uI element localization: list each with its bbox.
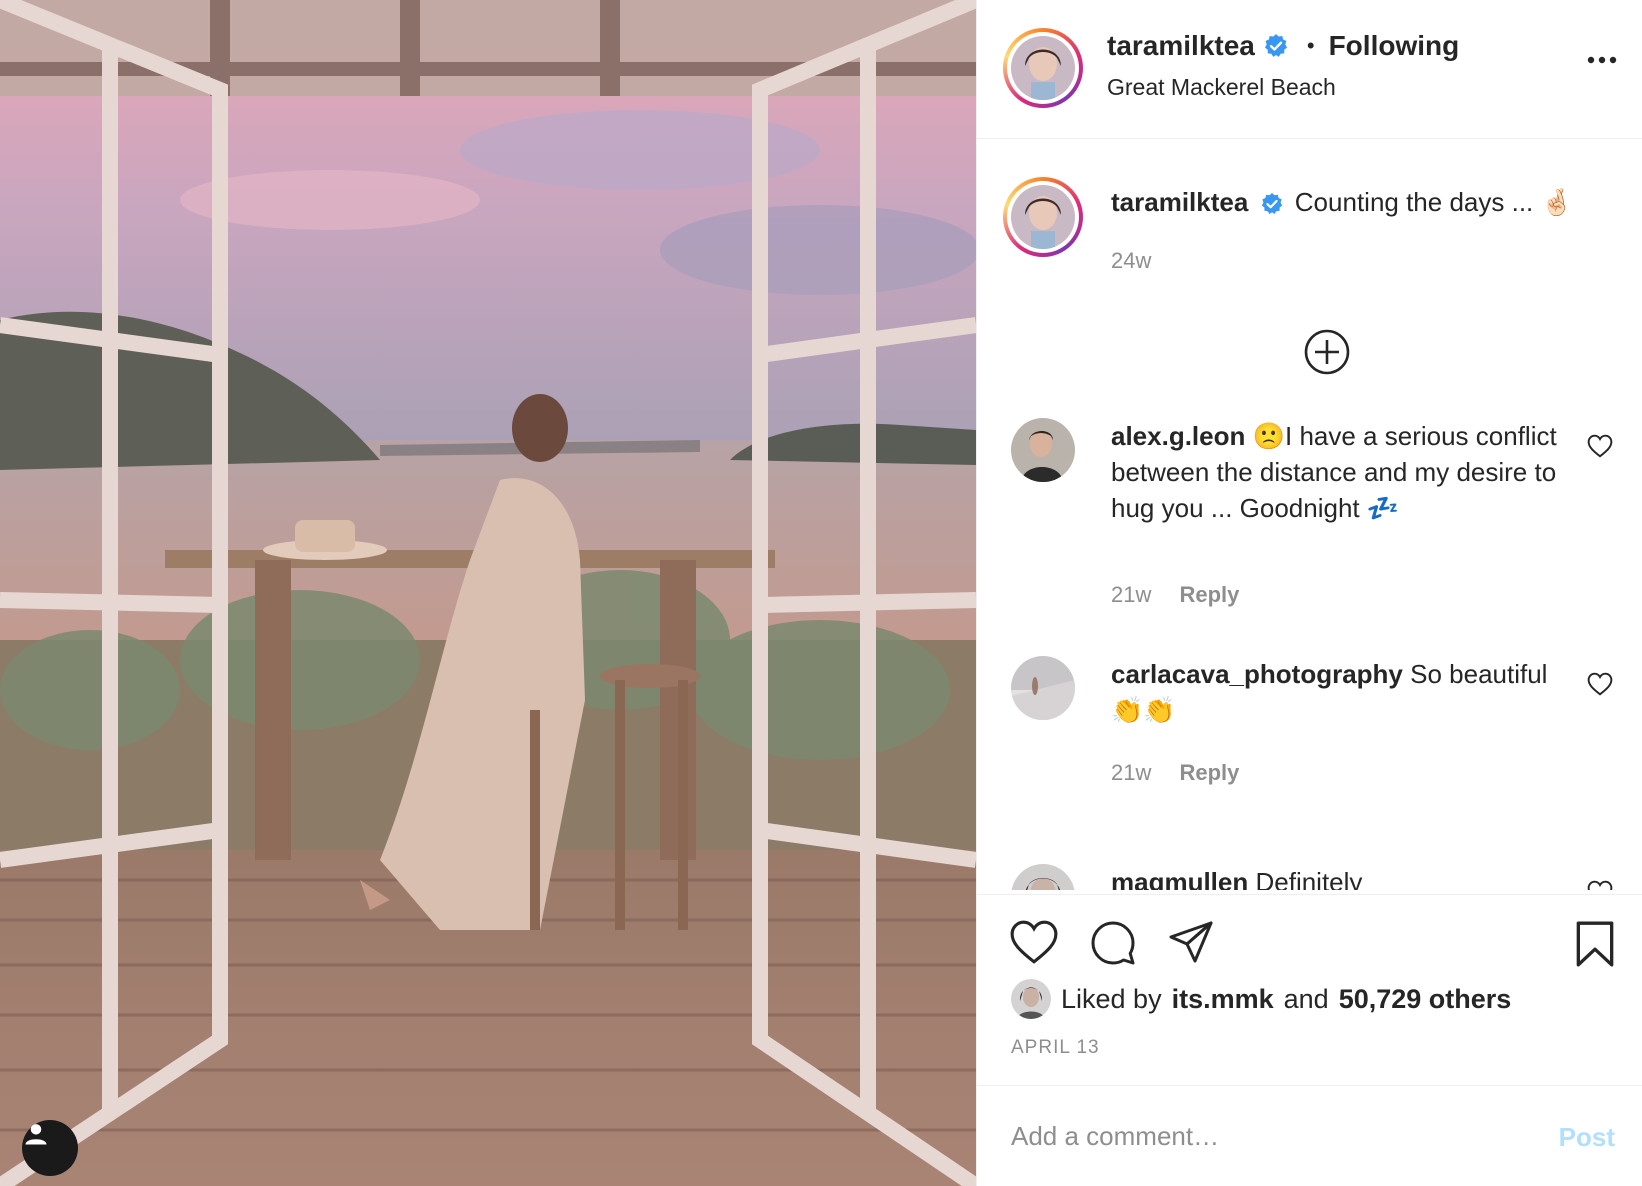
heart-icon bbox=[1587, 434, 1613, 458]
heart-icon bbox=[1587, 880, 1613, 890]
post-caption: taramilktea Counting the days ... 🤞🏻 bbox=[1111, 186, 1573, 218]
author-username[interactable]: taramilktea bbox=[1107, 30, 1255, 62]
caption-text: Counting the days ... 🤞🏻 bbox=[1294, 187, 1573, 217]
caption-author-avatar[interactable] bbox=[1003, 177, 1083, 257]
user-tag-icon bbox=[25, 1124, 47, 1145]
reply-button[interactable]: Reply bbox=[1179, 582, 1239, 607]
commenter-avatar-image bbox=[1011, 864, 1075, 890]
following-button[interactable]: Following bbox=[1329, 30, 1460, 62]
add-comment-bar: Post bbox=[977, 1085, 1642, 1186]
comment-text-block: carlacava_photography So beautiful 👏👏 bbox=[1111, 656, 1581, 728]
comment-like-button[interactable] bbox=[1587, 672, 1613, 701]
verified-badge-icon bbox=[1261, 193, 1282, 215]
heart-icon bbox=[1010, 920, 1058, 964]
heart-icon bbox=[1587, 672, 1613, 696]
caption-username[interactable]: taramilktea bbox=[1111, 187, 1248, 217]
plus-circle-icon bbox=[1304, 329, 1350, 375]
reply-button[interactable]: Reply bbox=[1179, 760, 1239, 785]
comment-text-block: magmullen Definitely bbox=[1111, 864, 1581, 890]
caption-avatar-image bbox=[1011, 185, 1075, 249]
separator-dot: • bbox=[1306, 33, 1315, 58]
comment-input[interactable] bbox=[1011, 1116, 1511, 1156]
share-button[interactable] bbox=[1167, 919, 1215, 970]
commenter-username[interactable]: magmullen bbox=[1111, 867, 1248, 890]
post-sidebar: taramilktea • Following Great Mackerel B… bbox=[976, 0, 1642, 1186]
like-button[interactable] bbox=[1009, 919, 1059, 970]
verified-badge-icon bbox=[1264, 34, 1287, 57]
author-avatar-image bbox=[1011, 36, 1075, 100]
commenter-username[interactable]: alex.g.leon bbox=[1111, 421, 1245, 451]
comment-like-button[interactable] bbox=[1587, 434, 1613, 463]
liker-avatar[interactable] bbox=[1011, 979, 1051, 1019]
post-header: taramilktea • Following Great Mackerel B… bbox=[977, 0, 1642, 139]
post-actions: Liked by its.mmk and 50,729 others APRIL… bbox=[977, 894, 1642, 1084]
comment-meta: 21w Reply bbox=[1111, 760, 1239, 786]
commenter-avatar[interactable] bbox=[1011, 656, 1075, 720]
comment-like-button[interactable] bbox=[1587, 880, 1613, 890]
likes-summary: Liked by its.mmk and 50,729 others bbox=[1011, 979, 1511, 1019]
comment-text-block: alex.g.leon 🙁I have a serious conflict b… bbox=[1111, 418, 1581, 526]
commenter-avatar-image bbox=[1011, 418, 1075, 482]
post-date[interactable]: APRIL 13 bbox=[1011, 1037, 1100, 1059]
liker-username[interactable]: its.mmk bbox=[1172, 984, 1274, 1015]
more-icon bbox=[1587, 56, 1617, 64]
liker-avatar-image bbox=[1011, 979, 1051, 1019]
commenter-avatar-image bbox=[1011, 656, 1075, 720]
bookmark-icon bbox=[1576, 921, 1614, 967]
comments-list[interactable]: taramilktea Counting the days ... 🤞🏻 24w bbox=[977, 140, 1642, 890]
user-tag-button[interactable] bbox=[22, 1120, 78, 1176]
author-avatar[interactable] bbox=[1003, 28, 1083, 108]
comment-button[interactable] bbox=[1089, 919, 1137, 972]
likes-prefix: Liked by bbox=[1061, 983, 1162, 1014]
post-location[interactable]: Great Mackerel Beach bbox=[1107, 74, 1336, 101]
more-options-button[interactable] bbox=[1587, 52, 1617, 70]
share-icon bbox=[1169, 921, 1213, 963]
likes-conjunction: and bbox=[1283, 983, 1329, 1014]
save-button[interactable] bbox=[1573, 919, 1617, 974]
comment-timestamp[interactable]: 21w bbox=[1111, 760, 1151, 785]
comment-icon bbox=[1091, 921, 1135, 965]
commenter-username[interactable]: carlacava_photography bbox=[1111, 659, 1403, 689]
caption-timestamp[interactable]: 24w bbox=[1111, 248, 1151, 274]
post-photo[interactable] bbox=[0, 0, 976, 1186]
comment-meta: 21w Reply bbox=[1111, 582, 1239, 608]
commenter-avatar[interactable] bbox=[1011, 418, 1075, 482]
likes-count-link[interactable]: 50,729 others bbox=[1339, 984, 1512, 1015]
commenter-avatar[interactable] bbox=[1011, 864, 1075, 890]
comment-timestamp[interactable]: 21w bbox=[1111, 582, 1151, 607]
comment-text: Definitely bbox=[1255, 867, 1363, 890]
photo-illustration bbox=[0, 0, 976, 1186]
load-more-comments-button[interactable] bbox=[1303, 328, 1351, 381]
post-comment-button[interactable]: Post bbox=[1559, 1122, 1615, 1153]
